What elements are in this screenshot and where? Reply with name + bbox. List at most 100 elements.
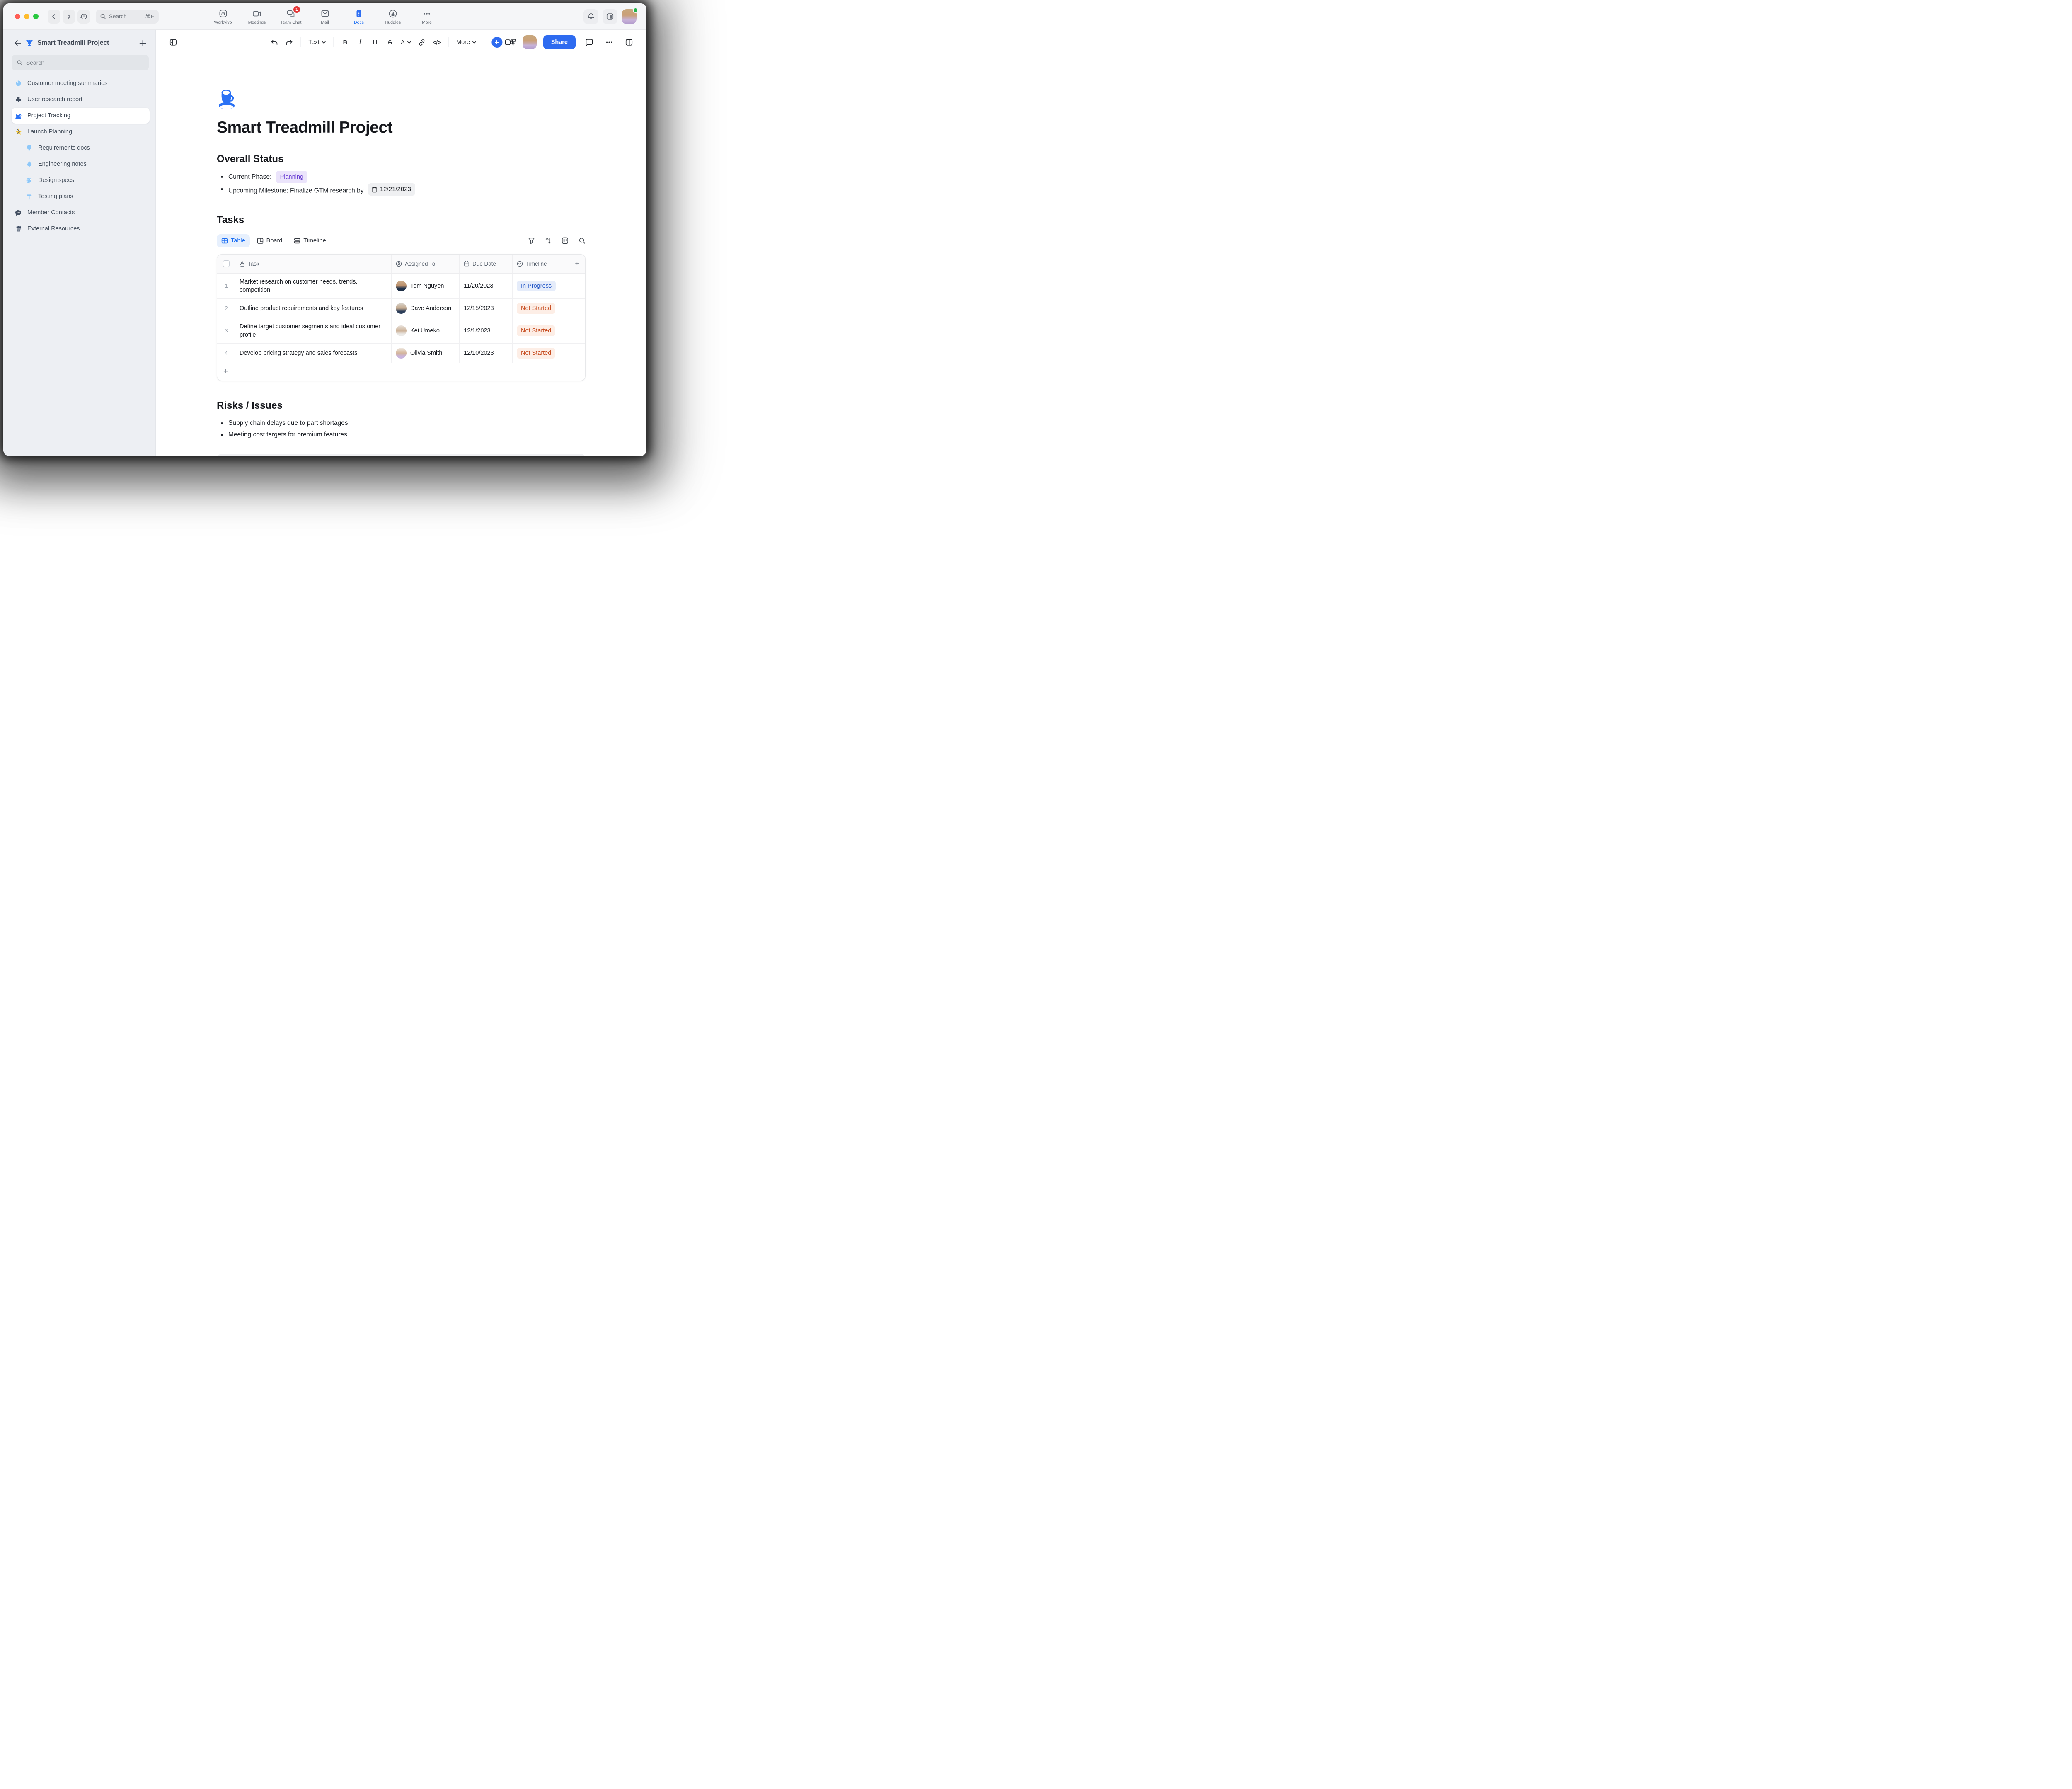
risk-item[interactable]: Supply chain delays due to part shortage…	[217, 417, 586, 429]
sidebar-item-member-contacts[interactable]: Member Contacts	[12, 205, 150, 221]
column-header-due-date[interactable]: Due Date	[459, 255, 512, 273]
underline-button[interactable]: U	[368, 35, 382, 49]
fields-view-icon[interactable]	[562, 237, 569, 244]
filter-icon[interactable]	[528, 237, 535, 244]
nav-tab-meetings[interactable]: Meetings	[241, 5, 273, 29]
notifications-button[interactable]	[583, 9, 598, 24]
column-header-assigned-to[interactable]: Assigned To	[391, 255, 459, 273]
nav-tab-mail[interactable]: Mail	[309, 5, 341, 29]
sidebar-item-user-research-report[interactable]: User research report	[12, 92, 150, 107]
user-avatar[interactable]	[622, 9, 637, 24]
assignee-cell[interactable]: Kei Umeko	[391, 318, 459, 343]
add-column-button[interactable]: +	[569, 255, 585, 273]
nav-tab-workvivo[interactable]: Workvivo	[207, 5, 239, 29]
bold-button[interactable]: B	[339, 35, 352, 49]
format-lift-button[interactable]	[506, 35, 520, 49]
expand-chevron-icon[interactable]	[17, 128, 20, 134]
risks-heading[interactable]: Risks / Issues	[217, 400, 586, 412]
task-cell[interactable]: Outline product requirements and key fea…	[235, 299, 391, 318]
collaborator-avatar[interactable]	[523, 35, 537, 49]
text-style-dropdown[interactable]: Text	[306, 35, 328, 49]
doc-right-panel-button[interactable]	[622, 35, 636, 49]
sidebar-item-external-resources[interactable]: External Resources	[12, 221, 150, 237]
zoom-window-button[interactable]	[33, 14, 39, 19]
task-cell[interactable]: Develop pricing strategy and sales forec…	[235, 344, 391, 363]
more-formatting-dropdown[interactable]: More	[454, 35, 479, 49]
view-tab-table[interactable]: Table	[217, 234, 250, 247]
status-badge[interactable]: Not Started	[517, 325, 555, 336]
search-icon[interactable]	[579, 237, 586, 244]
global-search-input[interactable]	[109, 13, 138, 19]
milestone-item[interactable]: Upcoming Milestone: Finalize GTM researc…	[217, 183, 586, 197]
minimize-window-button[interactable]	[24, 14, 29, 19]
tasks-heading[interactable]: Tasks	[217, 214, 586, 226]
insert-link-button[interactable]	[415, 35, 428, 49]
task-cell[interactable]: Market research on customer needs, trend…	[235, 274, 391, 298]
assignee-cell[interactable]: Tom Nguyen	[391, 274, 459, 298]
status-cell[interactable]: In Progress	[512, 274, 569, 298]
assignee-cell[interactable]: Olivia Smith	[391, 344, 459, 363]
due-date-cell[interactable]: 12/15/2023	[459, 299, 512, 318]
sort-icon[interactable]	[545, 237, 552, 244]
view-tab-timeline[interactable]: Timeline	[289, 234, 330, 247]
view-tab-board[interactable]: Board	[252, 234, 287, 247]
status-cell[interactable]: Not Started	[512, 318, 569, 343]
status-badge[interactable]: In Progress	[517, 281, 556, 291]
sidebar-search-input[interactable]	[26, 59, 144, 66]
text-color-dropdown[interactable]: A	[398, 35, 414, 49]
strikethrough-button[interactable]: S	[383, 35, 397, 49]
code-block-button[interactable]: </>	[430, 35, 443, 49]
share-button[interactable]: Share	[543, 35, 576, 49]
sidebar-item-project-tracking[interactable]: Project Tracking	[12, 108, 150, 124]
sidebar-item-design-specs[interactable]: Design specs	[12, 172, 150, 188]
due-date-cell[interactable]: 12/10/2023	[459, 344, 512, 363]
status-badge[interactable]: Not Started	[517, 348, 555, 359]
status-badge[interactable]: Not Started	[517, 303, 555, 314]
right-panel-toggle-button[interactable]	[603, 9, 617, 24]
risk-item[interactable]: Meeting cost targets for premium feature…	[217, 429, 586, 441]
current-phase-item[interactable]: Current Phase: Planning	[217, 171, 586, 183]
undo-button[interactable]	[267, 35, 281, 49]
milestone-date-chip[interactable]: 12/21/2023	[368, 183, 415, 196]
italic-button[interactable]: I	[353, 35, 367, 49]
nav-tab-more[interactable]: More	[411, 5, 443, 29]
history-button[interactable]	[77, 10, 90, 24]
comments-button[interactable]	[582, 35, 596, 49]
phase-badge[interactable]: Planning	[276, 171, 307, 183]
sidebar-item-customer-meeting-summaries[interactable]: Customer meeting summaries	[12, 75, 150, 91]
doc-more-options-button[interactable]	[603, 35, 616, 49]
table-row[interactable]: 4 Develop pricing strategy and sales for…	[217, 344, 585, 363]
back-arrow-icon[interactable]	[14, 40, 22, 46]
page-title[interactable]: Smart Treadmill Project	[217, 119, 586, 137]
nav-tab-docs[interactable]: Docs	[343, 5, 375, 29]
table-row[interactable]: 3 Define target customer segments and id…	[217, 318, 585, 344]
global-search[interactable]: ⌘F	[96, 10, 159, 24]
sidebar-item-engineering-notes[interactable]: Engineering notes	[12, 156, 150, 172]
nav-tab-team-chat[interactable]: 1 Team Chat	[275, 5, 307, 29]
overall-status-heading[interactable]: Overall Status	[217, 153, 586, 165]
forward-button[interactable]	[63, 10, 75, 24]
redo-button[interactable]	[282, 35, 295, 49]
task-cell[interactable]: Define target customer segments and idea…	[235, 318, 391, 343]
select-all-checkbox[interactable]	[223, 260, 230, 267]
sidebar-search[interactable]	[12, 55, 149, 70]
doc-emoji-coffee-cup-icon[interactable]	[217, 89, 586, 109]
status-cell[interactable]: Not Started	[512, 299, 569, 318]
close-window-button[interactable]	[15, 14, 20, 19]
table-row[interactable]: 1 Market research on customer needs, tre…	[217, 274, 585, 299]
due-date-cell[interactable]: 12/1/2023	[459, 318, 512, 343]
assignee-cell[interactable]: Dave Anderson	[391, 299, 459, 318]
column-header-task[interactable]: Task	[235, 255, 391, 273]
table-row[interactable]: 2 Outline product requirements and key f…	[217, 299, 585, 318]
document-canvas[interactable]: Smart Treadmill Project Overall Status C…	[156, 55, 646, 456]
back-button[interactable]	[48, 10, 60, 24]
completed-items-callout[interactable]: Completed Items	[217, 454, 586, 456]
sidebar-item-requirements-docs[interactable]: Requirements docs	[12, 140, 150, 156]
doc-sidebar-toggle-button[interactable]	[167, 35, 180, 49]
sidebar-item-testing-plans[interactable]: Testing plans	[12, 189, 150, 204]
sidebar-item-launch-planning[interactable]: Launch Planning	[12, 124, 150, 140]
column-header-timeline[interactable]: Timeline	[512, 255, 569, 273]
insert-block-button[interactable]: +	[489, 35, 505, 49]
nav-tab-huddles[interactable]: Huddles	[377, 5, 409, 29]
due-date-cell[interactable]: 11/20/2023	[459, 274, 512, 298]
